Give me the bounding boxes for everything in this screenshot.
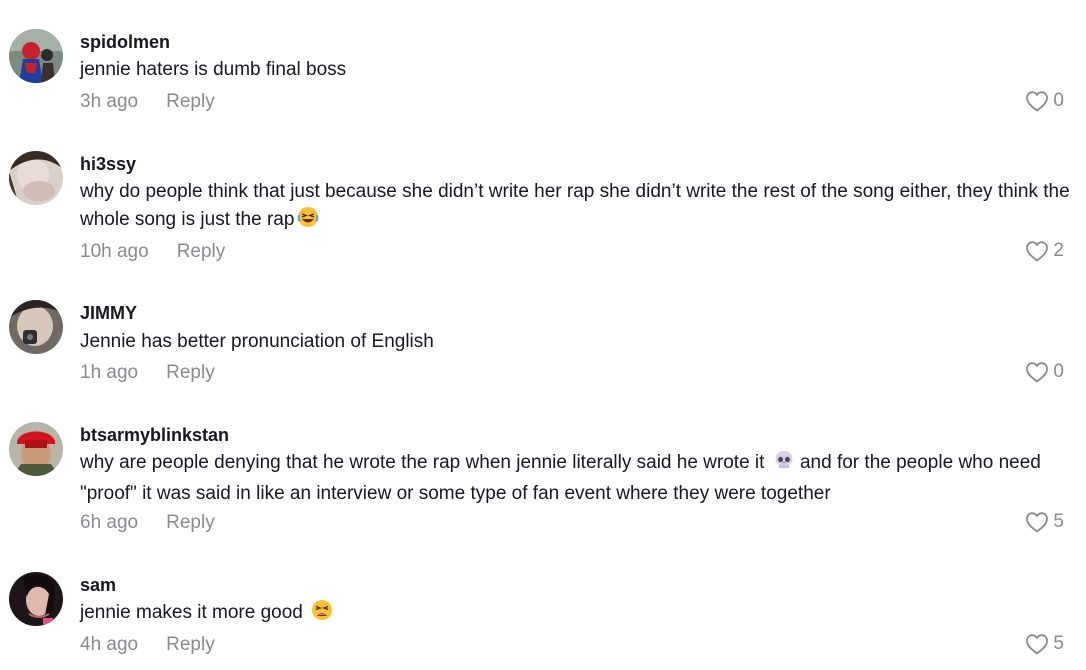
comment-meta: 4h ago Reply <box>80 634 215 656</box>
comment-text-body: why are people denying that he wrote the… <box>80 452 765 473</box>
heart-icon <box>1026 362 1049 383</box>
like-button[interactable]: 5 <box>1025 511 1064 533</box>
like-count: 0 <box>1053 361 1064 382</box>
comment-text: jennie makes it more good <box>80 599 1070 630</box>
like-button[interactable]: 0 <box>1025 361 1064 383</box>
comment-meta: 10h ago Reply <box>80 241 225 263</box>
comment-text: Jennie has better pronunciation of Engli… <box>80 331 434 352</box>
avatar[interactable] <box>9 29 63 83</box>
avatar[interactable] <box>9 151 63 205</box>
comment-text: why are people denying that he wrote the… <box>80 449 1070 508</box>
heart-icon <box>1026 241 1049 262</box>
comment-text-body: jennie makes it more good <box>80 602 303 623</box>
reply-button[interactable]: Reply <box>166 634 215 655</box>
heart-icon <box>1026 512 1049 533</box>
comment-timestamp: 10h ago <box>80 241 149 262</box>
like-button[interactable]: 2 <box>1025 240 1064 262</box>
comment-timestamp: 1h ago <box>80 362 139 383</box>
comment-text-body: why do people think that just because sh… <box>80 181 1070 230</box>
laughing-face-emoji <box>297 206 319 237</box>
skull-emoji <box>773 449 795 480</box>
comment-username[interactable]: hi3ssy <box>80 154 136 175</box>
comment-username[interactable]: JIMMY <box>80 303 137 324</box>
comment-timestamp: 6h ago <box>80 512 139 533</box>
like-count: 0 <box>1053 90 1064 111</box>
like-count: 5 <box>1053 511 1064 532</box>
avatar[interactable] <box>9 572 63 626</box>
heart-icon <box>1026 91 1049 112</box>
reply-button[interactable]: Reply <box>166 512 215 533</box>
avatar[interactable] <box>9 300 63 354</box>
comment-meta: 6h ago Reply <box>80 512 215 534</box>
heart-icon <box>1026 634 1049 655</box>
tired-face-emoji <box>311 599 333 630</box>
comment-meta: 1h ago Reply <box>80 362 215 384</box>
avatar[interactable] <box>9 422 63 476</box>
comment-username[interactable]: spidolmen <box>80 32 170 53</box>
comment-timestamp: 3h ago <box>80 91 139 112</box>
reply-button[interactable]: Reply <box>166 362 215 383</box>
comment-timestamp: 4h ago <box>80 634 139 655</box>
comment-username[interactable]: btsarmyblinkstan <box>80 425 229 446</box>
comment-meta: 3h ago Reply <box>80 91 215 113</box>
comment-text: jennie haters is dumb final boss <box>80 59 347 80</box>
reply-button[interactable]: Reply <box>166 91 215 112</box>
comment-username[interactable]: sam <box>80 575 116 596</box>
like-count: 5 <box>1053 633 1064 654</box>
like-button[interactable]: 5 <box>1025 633 1064 655</box>
like-count: 2 <box>1053 240 1064 261</box>
comment-text: why do people think that just because sh… <box>80 178 1070 237</box>
like-button[interactable]: 0 <box>1025 90 1064 112</box>
reply-button[interactable]: Reply <box>177 241 226 262</box>
